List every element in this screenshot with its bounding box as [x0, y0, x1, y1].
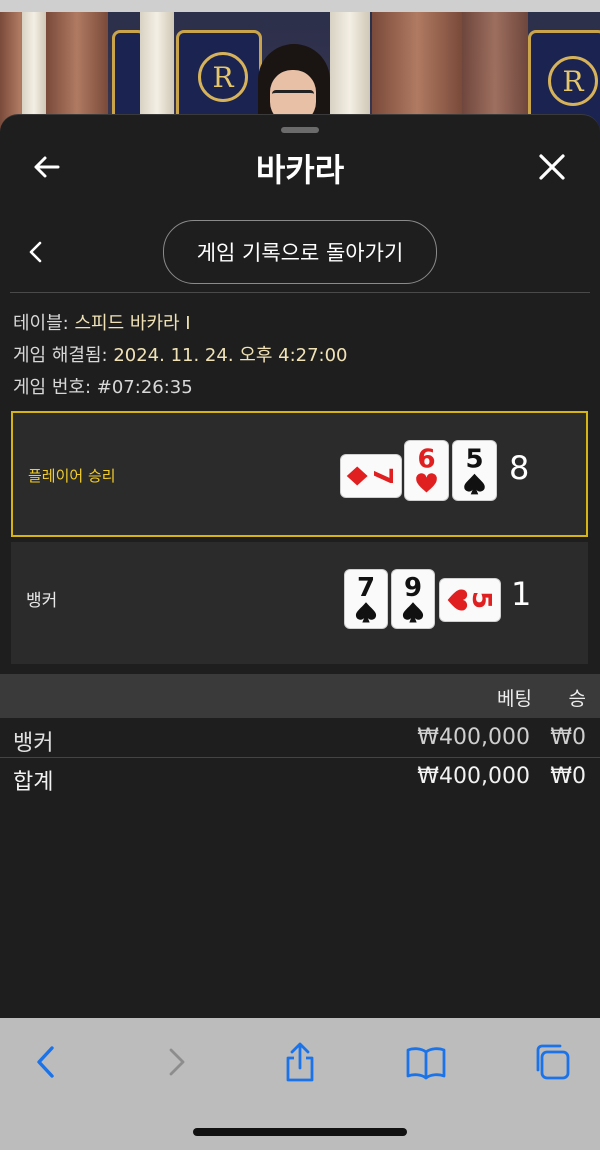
column-header-win: 승 — [568, 688, 586, 710]
spade-suit-icon — [464, 473, 485, 495]
sheet-grabber[interactable] — [281, 127, 319, 133]
back-to-history-button[interactable]: 게임 기록으로 돌아가기 — [163, 220, 437, 284]
table-info: 테이블: 스피드 바카라 I — [13, 309, 191, 335]
share-icon — [286, 1042, 314, 1082]
card-face: 5 — [464, 445, 485, 495]
column-header-bet: 베팅 — [497, 688, 532, 710]
banker-label: 뱅커 — [26, 591, 58, 611]
status-bar — [0, 0, 600, 12]
player-hand-row: 플레이어 승리 7 6 5 8 — [11, 411, 588, 537]
page-title: 바카라 — [255, 151, 345, 189]
banker-card-2: 9 — [392, 570, 434, 628]
player-card-3: 5 — [453, 441, 496, 500]
history-back-chevron[interactable] — [22, 235, 52, 269]
player-card-1: 7 — [341, 455, 401, 497]
banker-card-1: 7 — [345, 570, 387, 628]
card-rank: 5 — [465, 445, 483, 475]
card-rank: 6 — [417, 445, 435, 475]
home-indicator — [193, 1128, 407, 1136]
table-label: 테이블: — [13, 313, 69, 334]
card-rank: 5 — [466, 591, 496, 609]
tabs-icon — [536, 1044, 570, 1080]
table-value: 스피드 바카라 I — [74, 313, 191, 334]
game-detail-sheet: 바카라 게임 기록으로 돌아가기 테이블: 스피드 바카라 I 게임 해결됨: … — [0, 114, 600, 1019]
win-amount: ₩0 — [550, 725, 586, 750]
card-face: 6 — [416, 445, 437, 493]
total-win-amount: ₩0 — [550, 764, 586, 789]
resolved-value: 2024. 11. 24. 오후 4:27:00 — [113, 345, 348, 366]
spade-suit-icon — [402, 602, 424, 623]
player-card-2: 6 — [405, 441, 448, 500]
bookmarks-icon — [406, 1047, 446, 1080]
game-number-info: 게임 번호: #07:26:35 — [13, 373, 193, 399]
card-face: 5 — [447, 589, 496, 611]
table-row: 뱅커 ₩400,000 ₩0 — [0, 719, 600, 758]
game-number-value: #07:26:35 — [96, 377, 193, 398]
close-icon — [539, 154, 565, 180]
chevron-left-icon — [29, 241, 42, 263]
bets-table-header: 베팅 승 — [0, 674, 600, 718]
bookmarks-button[interactable] — [404, 1040, 448, 1084]
player-result-label: 플레이어 승리 — [28, 467, 116, 485]
card-face: 9 — [402, 573, 424, 623]
game-number-label: 게임 번호: — [13, 377, 92, 398]
browser-forward-button[interactable] — [155, 1040, 199, 1084]
bet-amount: ₩400,000 — [417, 725, 530, 750]
divider — [10, 292, 590, 293]
banker-score: 1 — [511, 575, 532, 613]
table-total-row: 합계 ₩400,000 ₩0 — [0, 758, 600, 798]
close-button[interactable] — [532, 149, 572, 185]
heart-suit-icon — [447, 589, 468, 611]
total-label: 합계 — [13, 770, 54, 795]
share-button[interactable] — [278, 1040, 322, 1084]
player-score: 8 — [509, 449, 530, 487]
bet-type: 뱅커 — [13, 731, 54, 756]
logo-crest-icon: R — [198, 52, 248, 102]
card-face: 7 — [346, 466, 397, 486]
banker-hand-row: 뱅커 7 9 5 1 — [11, 542, 588, 664]
card-rank: 7 — [357, 573, 375, 603]
heart-suit-icon — [416, 473, 437, 493]
resolved-info: 게임 해결됨: 2024. 11. 24. 오후 4:27:00 — [13, 341, 348, 367]
browser-back-button[interactable] — [26, 1040, 70, 1084]
banker-card-3: 5 — [440, 579, 500, 621]
card-rank: 7 — [367, 467, 397, 485]
card-face: 7 — [355, 573, 377, 623]
resolved-label: 게임 해결됨: — [13, 345, 108, 366]
dealer-glasses — [272, 90, 314, 103]
total-bet-amount: ₩400,000 — [417, 764, 530, 789]
forward-icon — [169, 1048, 185, 1076]
diamond-suit-icon — [346, 466, 368, 486]
spade-suit-icon — [355, 602, 377, 623]
card-rank: 9 — [404, 573, 422, 603]
logo-crest-icon: R — [548, 56, 598, 106]
back-icon — [37, 1046, 54, 1078]
tabs-button[interactable] — [530, 1040, 574, 1084]
